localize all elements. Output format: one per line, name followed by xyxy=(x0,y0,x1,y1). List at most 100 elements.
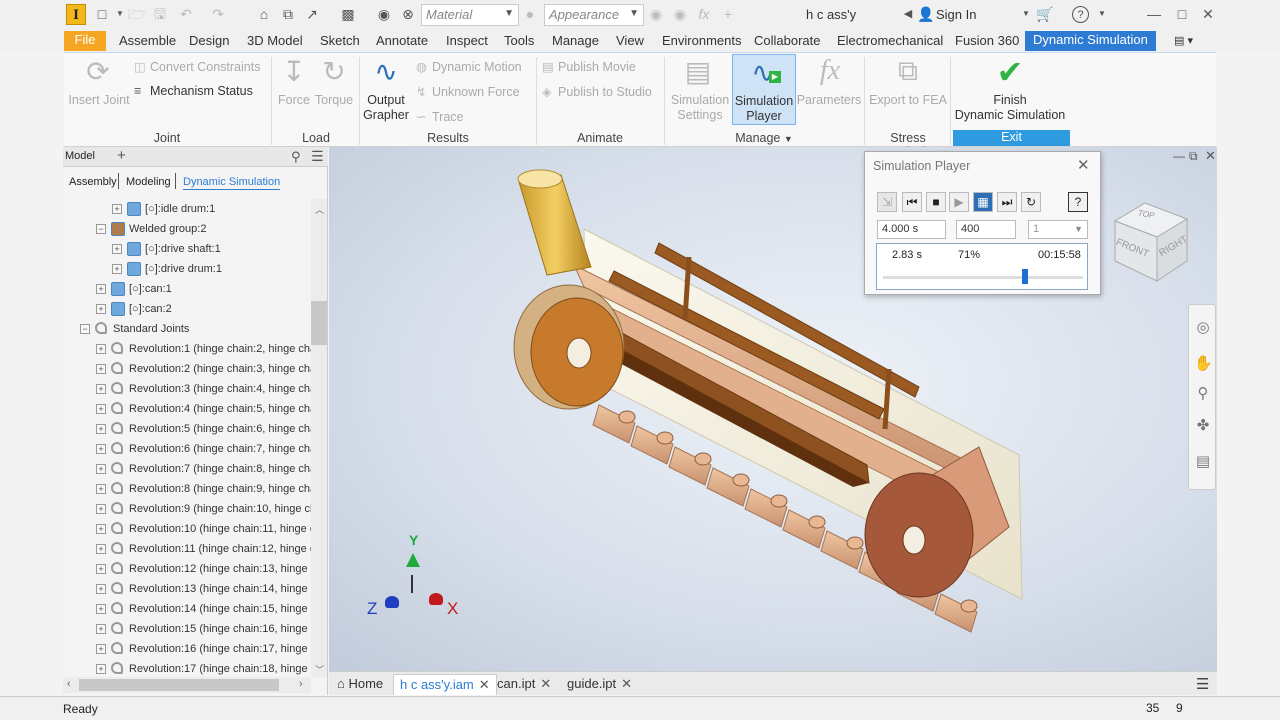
chevron-down-icon[interactable]: ▼ xyxy=(1018,6,1034,22)
minimize-icon[interactable]: — xyxy=(1146,6,1162,22)
trace-button[interactable]: ∽ Trace xyxy=(416,109,464,124)
chevron-down-icon[interactable]: ▼ xyxy=(1094,6,1110,22)
ucs-icon[interactable]: ▩ xyxy=(340,6,356,22)
collapse-icon[interactable]: − xyxy=(96,224,106,234)
tree-row[interactable]: + [○]:idle drum:1 xyxy=(63,199,311,219)
viewport-close-icon[interactable]: ✕ xyxy=(1205,148,1216,164)
clear-appearance-icon[interactable]: ◉ xyxy=(672,6,688,22)
tree-row[interactable]: + Revolution:15 (hinge chain:16, hinge ch… xyxy=(63,619,311,639)
tree-row[interactable]: + [○]:can:1 xyxy=(63,279,311,299)
cart-icon[interactable]: 🛒 xyxy=(1036,6,1053,22)
tree-row[interactable]: + Revolution:4 (hinge chain:5, hinge chai… xyxy=(63,399,311,419)
expand-icon[interactable]: + xyxy=(112,244,122,254)
doc-tab-can[interactable]: can.ipt ✕ xyxy=(491,674,557,695)
viewcube[interactable]: TOP FRONT RIGHT xyxy=(1105,199,1195,285)
tab-file[interactable]: File xyxy=(64,31,106,51)
tab-tools[interactable]: Tools xyxy=(502,32,536,52)
simulation-player-button[interactable]: ∿ ▶ Simulation Player xyxy=(732,54,796,125)
viewport-minimize-icon[interactable]: — xyxy=(1173,149,1185,163)
tree-row[interactable]: − Standard Joints xyxy=(63,319,311,339)
fx-icon[interactable]: fx xyxy=(696,6,712,22)
play-icon[interactable]: ▶ xyxy=(949,192,969,212)
select-icon[interactable]: ↗ xyxy=(304,6,320,22)
close-tab-icon[interactable]: ✕ xyxy=(479,677,490,692)
tab-electromechanical[interactable]: Electromechanical xyxy=(835,32,945,52)
filter-field[interactable]: 1 ▼ xyxy=(1028,220,1088,239)
tree-row[interactable]: + Revolution:11 (hinge chain:12, hinge ch… xyxy=(63,539,311,559)
export-to-fea-button[interactable]: Export to FEA xyxy=(866,93,950,108)
tab-3d-model[interactable]: 3D Model xyxy=(245,32,305,52)
viewport-restore-icon[interactable]: ⧉ xyxy=(1189,149,1198,164)
close-tab-icon[interactable]: ✕ xyxy=(540,676,551,691)
rewind-icon[interactable]: ⏮ xyxy=(902,192,922,212)
scroll-right-icon[interactable]: › xyxy=(299,678,303,690)
dynamic-motion-button[interactable]: ◍ Dynamic Motion xyxy=(416,59,522,74)
output-grapher-button[interactable]: Output Grapher xyxy=(360,93,412,123)
tree-row[interactable]: + Revolution:5 (hinge chain:6, hinge chai… xyxy=(63,419,311,439)
subtab-modeling[interactable]: Modeling xyxy=(126,176,171,188)
update-icon[interactable]: ⧉ xyxy=(280,6,296,22)
scroll-thumb[interactable] xyxy=(311,301,327,345)
parameters-button[interactable]: Parameters xyxy=(796,93,862,108)
subtab-dynamic-simulation[interactable]: Dynamic Simulation xyxy=(183,176,281,190)
tab-sketch[interactable]: Sketch xyxy=(318,32,362,52)
measure-icon[interactable]: ◉ xyxy=(376,6,392,22)
open-folder-icon[interactable]: 🗁 xyxy=(128,6,145,22)
construction-mode-button[interactable]: ⇲ xyxy=(877,192,897,212)
publish-movie-button[interactable]: ▤ Publish Movie xyxy=(542,59,636,74)
tab-collaborate[interactable]: Collaborate xyxy=(752,32,823,52)
tab-view[interactable]: View xyxy=(614,32,646,52)
new-dropdown-icon[interactable]: ▼ xyxy=(112,6,128,22)
loop-icon[interactable]: ↻ xyxy=(1021,192,1041,212)
expand-icon[interactable]: + xyxy=(96,584,106,594)
material-dropdown[interactable]: Material ▼ xyxy=(421,4,519,26)
expand-icon[interactable]: + xyxy=(96,604,106,614)
menu-icon[interactable]: ☰ xyxy=(311,148,324,165)
progress-track[interactable] xyxy=(883,276,1083,279)
end-time-field[interactable]: 4.000 s xyxy=(877,220,946,239)
tree-row[interactable]: + Revolution:8 (hinge chain:9, hinge chai… xyxy=(63,479,311,499)
zoom-icon[interactable]: ⚲ xyxy=(1194,385,1212,403)
group-manage[interactable]: Manage ▼ xyxy=(666,131,862,145)
back-icon[interactable]: ◀ xyxy=(900,6,916,22)
go-to-end-icon[interactable]: ⏭ xyxy=(997,192,1017,212)
tab-inspect[interactable]: Inspect xyxy=(444,32,490,52)
orbit-icon[interactable]: ✤ xyxy=(1194,417,1212,435)
sim-player-close-icon[interactable]: ✕ xyxy=(1077,156,1090,174)
expand-icon[interactable]: + xyxy=(112,204,122,214)
stop-icon[interactable]: ■ xyxy=(926,192,946,212)
collapse-icon[interactable]: − xyxy=(80,324,90,334)
tree-row[interactable]: + Revolution:3 (hinge chain:4, hinge chai… xyxy=(63,379,311,399)
user-icon[interactable]: 👤 xyxy=(917,6,934,22)
tab-menu-icon[interactable]: ☰ xyxy=(1196,675,1209,693)
add-icon[interactable]: + xyxy=(720,6,736,22)
progress-slider-thumb[interactable] xyxy=(1022,269,1028,284)
expand-icon[interactable]: + xyxy=(96,484,106,494)
convert-constraints-button[interactable]: ◫ Convert Constraints xyxy=(134,59,260,74)
tab-annotate[interactable]: Annotate xyxy=(374,32,430,52)
scroll-left-icon[interactable]: ‹ xyxy=(67,678,71,690)
add-browser-tab-icon[interactable]: + xyxy=(117,147,126,164)
tab-design[interactable]: Design xyxy=(187,32,231,52)
redo-icon[interactable]: ↷ xyxy=(210,6,226,22)
expand-icon[interactable]: + xyxy=(96,284,106,294)
torque-button[interactable]: Torque xyxy=(312,93,356,108)
doc-tab-home[interactable]: ⌂ Home xyxy=(331,674,389,695)
tab-dynamic-simulation[interactable]: Dynamic Simulation xyxy=(1025,31,1156,51)
expand-icon[interactable]: + xyxy=(112,264,122,274)
undo-icon[interactable]: ↶ xyxy=(178,6,194,22)
insert-joint-button[interactable]: Insert Joint xyxy=(66,93,132,108)
panel-toggle-icon[interactable]: ▤ ▾ xyxy=(1172,32,1195,52)
doc-tab-guide[interactable]: guide.ipt ✕ xyxy=(561,674,638,695)
new-file-icon[interactable]: □ xyxy=(94,6,110,22)
scroll-up-icon[interactable]: ︿ xyxy=(315,203,324,216)
adjust-appearance-icon[interactable]: ◉ xyxy=(648,6,664,22)
tree-row[interactable]: + Revolution:6 (hinge chain:7, hinge chai… xyxy=(63,439,311,459)
horizontal-scrollbar[interactable]: ‹ › xyxy=(63,677,311,693)
tree-row[interactable]: + Revolution:16 (hinge chain:17, hinge ch… xyxy=(63,639,311,659)
help-icon[interactable]: ? xyxy=(1068,192,1088,212)
cancel-icon[interactable]: ⊗ xyxy=(400,6,416,22)
expand-icon[interactable]: + xyxy=(96,624,106,634)
doc-tab-hc-assy[interactable]: h c ass'y.iam ✕ xyxy=(393,674,497,695)
publish-to-studio-button[interactable]: ◈ Publish to Studio xyxy=(542,84,652,99)
